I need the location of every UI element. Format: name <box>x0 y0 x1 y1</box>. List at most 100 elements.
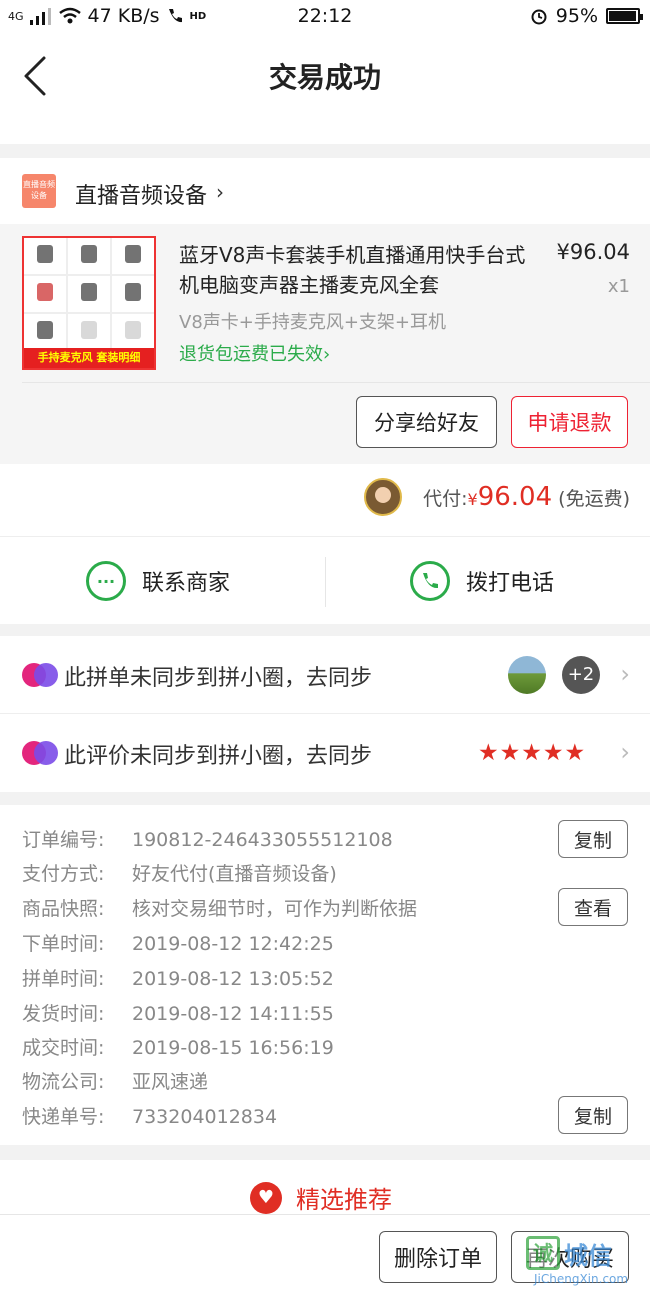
info-label: 拼单时间: <box>22 968 105 990</box>
info-value: 好友代付(直播音频设备) <box>132 863 337 885</box>
order-time-row: 下单时间: 2019-08-12 12:42:25 <box>22 929 334 956</box>
contact-merchant-label: 联系商家 <box>142 571 231 596</box>
contact-row: ··· 联系商家 拨打电话 <box>0 536 650 624</box>
ship-time-row: 发货时间: 2019-08-12 14:11:55 <box>22 999 334 1026</box>
info-label: 成交时间: <box>22 1037 105 1059</box>
order-details: 订单编号: 190812-246433055512108 支付方式: 好友代付(直播… <box>0 805 650 1145</box>
payment-label: 代付: <box>423 488 468 510</box>
thumb-cell <box>68 238 110 274</box>
info-label: 下单时间: <box>22 933 105 955</box>
sync-order-row[interactable]: 此拼单未同步到拼小圈，去同步 +2 › <box>0 636 650 714</box>
order-card: 直播音频设备 直播音频设备 › 手持麦克风 套装明细 蓝牙V8声卡套装手机直播通… <box>0 158 650 464</box>
call-phone-label: 拨打电话 <box>466 571 555 596</box>
phone-icon <box>410 561 450 601</box>
sync-section: 此拼单未同步到拼小圈，去同步 +2 › 此评价未同步到拼小圈，去同步 ★★★★★… <box>0 636 650 792</box>
refund-shipping-note[interactable]: 退货包运费已失效› <box>179 340 330 366</box>
product-title: 蓝牙V8声卡套装手机直播通用快手台式机电脑变声器主播麦克风全套 <box>179 243 526 297</box>
watermark-logo-icon: 诚 <box>526 1236 560 1270</box>
sync-review-row[interactable]: 此评价未同步到拼小圈，去同步 ★★★★★ › <box>0 714 650 792</box>
info-value: 2019-08-12 13:05:52 <box>132 968 334 990</box>
shipping-note: (免运费) <box>558 488 630 510</box>
pinxiaoquan-logo-icon <box>22 663 58 687</box>
thumb-cell <box>24 238 66 274</box>
group-time-row: 拼单时间: 2019-08-12 13:05:52 <box>22 964 334 991</box>
chevron-right-icon: › <box>620 738 630 766</box>
thumb-cell <box>24 314 66 350</box>
info-label: 订单编号: <box>22 829 105 851</box>
watermark-url: JiChengXin.com <box>534 1272 629 1286</box>
recommend-header: ♥ 精选推荐 <box>0 1160 650 1220</box>
site-watermark: 诚 城信 JiChengXin.com <box>526 1232 646 1294</box>
divider <box>325 557 326 607</box>
chat-bubble-icon: ··· <box>86 561 126 601</box>
pinxiaoquan-logo-icon <box>22 741 58 765</box>
status-bar: 4G 47 KB/s HD 22:12 95% <box>0 0 650 34</box>
payer-avatar <box>364 478 402 516</box>
info-value: 亚风速递 <box>132 1071 209 1093</box>
product-price: ¥96.04 <box>556 240 630 264</box>
rating-stars: ★★★★★ <box>478 740 587 766</box>
info-value: 2019-08-12 14:11:55 <box>132 1003 334 1025</box>
payment-summary: 代付:¥96.04 (免运费) <box>0 464 650 536</box>
call-phone-button[interactable]: 拨打电话 <box>410 537 554 625</box>
refund-note-text: 退货包运费已失效 <box>179 344 323 365</box>
payment-amount: 代付:¥96.04 (免运费) <box>423 482 630 512</box>
store-row[interactable]: 直播音频设备 直播音频设备 › <box>0 158 650 224</box>
request-refund-button[interactable]: 申请退款 <box>511 396 628 448</box>
chevron-right-icon: › <box>216 180 224 204</box>
heart-icon: ♥ <box>250 1181 282 1214</box>
refund-note-chevron-icon: › <box>323 344 331 365</box>
bottom-action-bar: 删除订单 再次购买 诚 城信 JiChengXin.com <box>0 1214 650 1300</box>
status-right: 95% <box>530 5 643 27</box>
thumbnail-grid <box>24 238 154 350</box>
snapshot-row: 商品快照: 核对交易细节时，可作为判断依据 <box>22 894 417 921</box>
payment-value: 96.04 <box>477 482 553 512</box>
logistics-company-row: 物流公司: 亚风速递 <box>22 1067 208 1094</box>
info-value: 2019-08-12 12:42:25 <box>132 933 334 955</box>
product-item[interactable]: 手持麦克风 套装明细 蓝牙V8声卡套装手机直播通用快手台式机电脑变声器主播麦克风… <box>0 224 650 464</box>
product-quantity: x1 <box>607 276 630 297</box>
product-thumbnail[interactable]: 手持麦克风 套装明细 <box>22 236 156 370</box>
info-value: 190812-246433055512108 <box>132 829 393 851</box>
info-label: 支付方式: <box>22 863 105 885</box>
currency-symbol: ¥ <box>467 490 478 509</box>
battery-percent: 95% <box>555 5 598 27</box>
share-button[interactable]: 分享给好友 <box>356 396 497 448</box>
info-label: 发货时间: <box>22 1003 105 1025</box>
info-label: 商品快照: <box>22 898 105 920</box>
thumb-cell <box>24 276 66 312</box>
more-friends-badge: +2 <box>562 656 600 694</box>
thumb-cell <box>68 276 110 312</box>
recommend-title: 精选推荐 <box>296 1186 392 1214</box>
store-logo: 直播音频设备 <box>22 174 56 208</box>
info-label: 物流公司: <box>22 1071 105 1093</box>
info-value: 733204012834 <box>132 1106 278 1128</box>
order-number-row: 订单编号: 190812-246433055512108 <box>22 825 393 852</box>
nav-bar: 交易成功 <box>0 34 650 144</box>
delete-order-button[interactable]: 删除订单 <box>379 1231 497 1283</box>
tracking-number-row: 快递单号: 733204012834 <box>22 1102 277 1129</box>
store-name: 直播音频设备 <box>75 184 208 209</box>
info-value: 2019-08-15 16:56:19 <box>132 1037 334 1059</box>
sync-review-text: 此评价未同步到拼小圈，去同步 <box>64 744 373 769</box>
contact-merchant-button[interactable]: ··· 联系商家 <box>86 537 230 625</box>
deal-time-row: 成交时间: 2019-08-15 16:56:19 <box>22 1033 334 1060</box>
info-value: 核对交易细节时，可作为判断依据 <box>132 898 418 920</box>
page-title: 交易成功 <box>268 61 381 94</box>
friend-avatar <box>508 656 546 694</box>
sync-order-text: 此拼单未同步到拼小圈，去同步 <box>64 666 373 691</box>
copy-order-number-button[interactable]: 复制 <box>558 820 628 858</box>
copy-tracking-number-button[interactable]: 复制 <box>558 1096 628 1134</box>
view-snapshot-button[interactable]: 查看 <box>558 888 628 926</box>
payment-method-row: 支付方式: 好友代付(直播音频设备) <box>22 859 337 886</box>
alarm-icon <box>531 9 547 25</box>
info-label: 快递单号: <box>22 1106 105 1128</box>
thumbnail-banner: 手持麦克风 套装明细 <box>24 348 154 368</box>
chevron-right-icon: › <box>620 660 630 688</box>
thumb-cell <box>112 314 154 350</box>
watermark-text: 城信 <box>564 1242 612 1270</box>
divider <box>22 382 650 383</box>
thumb-cell <box>112 276 154 312</box>
battery-icon <box>606 8 643 24</box>
thumb-cell <box>68 314 110 350</box>
